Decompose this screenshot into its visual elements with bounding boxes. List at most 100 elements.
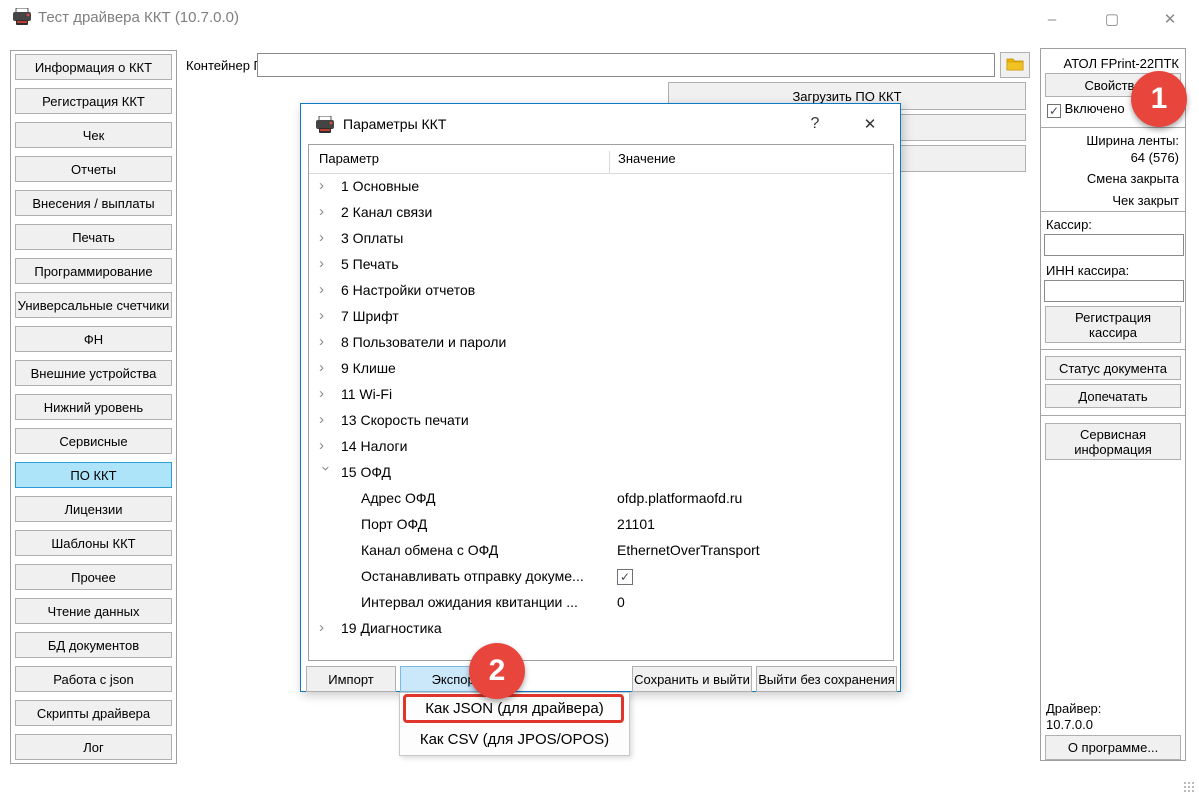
browse-folder-button[interactable]	[1000, 52, 1030, 78]
chevron-right-icon[interactable]: ›	[319, 203, 333, 220]
import-button[interactable]: Импорт	[306, 666, 396, 692]
tree-row[interactable]: Интервал ожидания квитанции ...0	[309, 590, 893, 616]
sidebar-item-4[interactable]: Отчеты	[15, 156, 172, 182]
tree-row[interactable]: ›3 Оплаты	[309, 226, 893, 252]
tree-row[interactable]: › 6 Настройки отчетов	[309, 278, 893, 304]
enabled-checkbox[interactable]: ✓ Включено	[1047, 101, 1125, 118]
sidebar-item-1[interactable]: Информация о ККТ	[15, 54, 172, 80]
divider	[1041, 415, 1185, 416]
sidebar-item-8[interactable]: Универсальные счетчики	[15, 292, 172, 318]
export-menu-item-2[interactable]: Как CSV (для JPOS/OPOS)	[400, 724, 629, 755]
cashier-input[interactable]	[1044, 234, 1184, 256]
sidebar-item-6[interactable]: Печать	[15, 224, 172, 250]
sidebar-item-2[interactable]: Регистрация ККТ	[15, 88, 172, 114]
tree-row[interactable]: ›11 Wi-Fi	[309, 382, 893, 408]
chevron-right-icon[interactable]: ›	[319, 333, 333, 350]
tree-row-label: 6 Настройки отчетов	[341, 282, 475, 298]
minimize-button[interactable]: –	[1035, 6, 1069, 32]
chevron-down-icon[interactable]: ›	[318, 466, 335, 480]
tree-row[interactable]: › 13 Скорость печати	[309, 408, 893, 434]
enabled-label: Включено	[1065, 101, 1125, 116]
chevron-right-icon[interactable]: ›	[319, 307, 333, 324]
dialog-close-icon[interactable]: ✕	[853, 112, 887, 136]
print-rest-button[interactable]: Допечатать	[1045, 384, 1181, 408]
driver-label: Драйвер:	[1046, 701, 1101, 716]
dialog-printer-icon	[315, 116, 335, 137]
sidebar-item-16[interactable]: Прочее	[15, 564, 172, 590]
sidebar-item-7[interactable]: Программирование	[15, 258, 172, 284]
exit-without-saving-button[interactable]: Выйти без сохранения	[756, 666, 897, 692]
sidebar-item-17[interactable]: Чтение данных	[15, 598, 172, 624]
sidebar-item-14[interactable]: Лицензии	[15, 496, 172, 522]
tree-row[interactable]: › 14 Налоги	[309, 434, 893, 460]
tree-row-label: 7 Шрифт	[341, 308, 399, 324]
tree-row-label: 14 Налоги	[341, 438, 407, 454]
chevron-right-icon[interactable]: ›	[319, 411, 333, 428]
maximize-button[interactable]: ▢	[1095, 6, 1129, 32]
save-and-exit-button[interactable]: Сохранить и выйти	[632, 666, 752, 692]
tree-row[interactable]: Канал обмена с ОФДEthernetOverTransport	[309, 538, 893, 564]
sidebar-item-15[interactable]: Шаблоны ККТ	[15, 530, 172, 556]
container-path-input[interactable]	[257, 53, 995, 77]
checkbox-checked-icon[interactable]: ✓	[1047, 104, 1061, 118]
tree-row[interactable]: › 9 Клише	[309, 356, 893, 382]
close-button[interactable]: ✕	[1153, 6, 1187, 32]
tree-row-value: 21101	[617, 516, 655, 532]
chevron-right-icon[interactable]: ›	[319, 619, 333, 636]
register-cashier-button[interactable]: Регистрация кассира	[1045, 306, 1181, 343]
tree-row-label: 13 Скорость печати	[341, 412, 469, 428]
tree-row[interactable]: ›5 Печать	[309, 252, 893, 278]
tree-row[interactable]: › 15 ОФД	[309, 460, 893, 486]
tree-row[interactable]: Порт ОФД21101	[309, 512, 893, 538]
sidebar-item-5[interactable]: Внесения / выплаты	[15, 190, 172, 216]
sidebar-item-21[interactable]: Лог	[15, 734, 172, 760]
device-name: АТОЛ FPrint-22ПТК	[1064, 56, 1179, 71]
chevron-right-icon[interactable]: ›	[319, 385, 333, 402]
sidebar-item-12[interactable]: Сервисные	[15, 428, 172, 454]
tree-row-label: Интервал ожидания квитанции ...	[361, 594, 578, 610]
tree-row[interactable]: › 7 Шрифт	[309, 304, 893, 330]
device-panel: АТОЛ FPrint-22ПТК Свойства ✓ Включено Ши…	[1040, 48, 1186, 761]
chevron-right-icon[interactable]: ›	[319, 359, 333, 376]
sidebar-item-9[interactable]: ФН	[15, 326, 172, 352]
sidebar: Информация о ККТ Регистрация ККТ Чек Отчеты…	[10, 50, 177, 764]
tree-row[interactable]: › 2 Канал связи	[309, 200, 893, 226]
sidebar-item-11[interactable]: Нижний уровень	[15, 394, 172, 420]
sidebar-item-3[interactable]: Чек	[15, 122, 172, 148]
document-status-button[interactable]: Статус документа	[1045, 356, 1181, 380]
sidebar-item-13[interactable]: ПО ККТ	[15, 462, 172, 488]
tree-row-label: 2 Канал связи	[341, 204, 432, 220]
kkt-parameters-dialog: Параметры ККТ ? ✕ Параметр Значение ›1 О…	[300, 103, 901, 692]
sidebar-item-20[interactable]: Скрипты драйвера	[15, 700, 172, 726]
dialog-help-icon[interactable]: ?	[801, 112, 829, 136]
chevron-right-icon[interactable]: ›	[319, 437, 333, 454]
driver-version: 10.7.0.0	[1046, 717, 1093, 732]
tree-row[interactable]: Останавливать отправку докуме...✓	[309, 564, 893, 590]
tree-row-label: 9 Клише	[341, 360, 396, 376]
about-button[interactable]: О программе...	[1045, 735, 1181, 760]
tree-row-label: Адрес ОФД	[361, 490, 436, 506]
tree-row[interactable]: › 19 Диагностика	[309, 616, 893, 642]
chevron-right-icon[interactable]: ›	[319, 255, 333, 272]
tree-row-value: ofdp.platformaofd.ru	[617, 490, 742, 506]
chevron-right-icon[interactable]: ›	[319, 281, 333, 298]
sidebar-item-18[interactable]: БД документов	[15, 632, 172, 658]
cashier-inn-input[interactable]	[1044, 280, 1184, 302]
chevron-right-icon[interactable]: ›	[319, 177, 333, 194]
checkbox-checked-icon[interactable]: ✓	[617, 569, 633, 585]
divider	[1041, 211, 1185, 212]
sidebar-item-10[interactable]: Внешние устройства	[15, 360, 172, 386]
tree-row[interactable]: Адрес ОФД ofdp.platformaofd.ru	[309, 486, 893, 512]
divider	[1041, 127, 1185, 128]
tree-row-label: 15 ОФД	[341, 464, 391, 480]
tree-row-label: 8 Пользователи и пароли	[341, 334, 506, 350]
tree-row[interactable]: › 8 Пользователи и пароли	[309, 330, 893, 356]
service-info-button[interactable]: Сервисная информация	[1045, 423, 1181, 460]
column-param: Параметр	[319, 151, 379, 166]
tree-row-label: 19 Диагностика	[341, 620, 442, 636]
window-title: Тест драйвера ККТ (10.7.0.0)	[38, 9, 239, 26]
tree-row[interactable]: ›1 Основные	[309, 174, 893, 200]
resize-grip[interactable]	[1183, 781, 1195, 793]
chevron-right-icon[interactable]: ›	[319, 229, 333, 246]
sidebar-item-19[interactable]: Работа с json	[15, 666, 172, 692]
